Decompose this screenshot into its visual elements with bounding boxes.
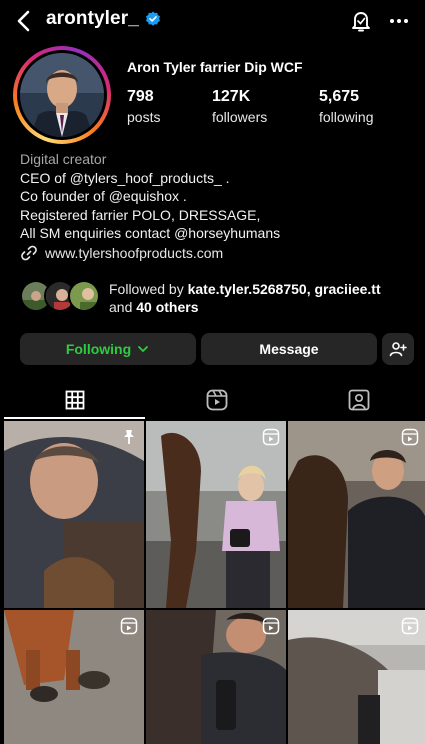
tab-tagged[interactable] — [288, 380, 425, 420]
profile-avatar[interactable] — [13, 46, 111, 144]
add-user-icon — [389, 342, 407, 357]
username: arontyler_ — [46, 8, 139, 29]
profile-tabs — [0, 380, 425, 420]
username-header: arontyler_ — [46, 8, 161, 30]
followers-stat[interactable]: 127K followers — [212, 88, 267, 125]
posts-label: posts — [127, 109, 161, 125]
following-stat[interactable]: 5,675 following — [319, 88, 373, 125]
follower-avatar — [68, 280, 100, 312]
chevron-left-icon[interactable] — [14, 9, 34, 33]
bio-line: Registered farrier POLO, DRESSAGE, — [20, 206, 261, 223]
reels-icon — [206, 389, 227, 411]
reel-icon — [262, 617, 280, 635]
tab-reels[interactable] — [146, 380, 287, 420]
posts-count: 798 — [127, 88, 154, 105]
active-tab-indicator — [4, 417, 145, 419]
message-button-label: Message — [259, 341, 319, 357]
bio: Digital creator CEO of @tylers_hoof_prod… — [20, 150, 280, 243]
grid-post[interactable] — [146, 421, 286, 608]
grid-icon — [65, 390, 84, 410]
followed-by-text: Followed by kate.tyler.5268750, graciiee… — [109, 280, 381, 316]
reel-icon — [262, 428, 280, 446]
verified-badge-icon — [145, 11, 160, 26]
tagged-icon — [348, 389, 369, 411]
display-name: Aron Tyler farrier Dip WCF — [127, 59, 303, 75]
website-link[interactable]: www.tylershoofproducts.com — [20, 244, 223, 262]
following-button-label: Following — [65, 341, 132, 357]
posts-stat[interactable]: 798 posts — [127, 88, 160, 125]
notification-bell-icon[interactable] — [349, 9, 373, 33]
category-label: Digital creator — [20, 151, 107, 167]
following-button[interactable]: Following — [20, 333, 196, 365]
post-grid — [4, 421, 425, 744]
followers-count: 127K — [212, 88, 251, 105]
bio-line: Co founder of @equishox . — [20, 188, 187, 204]
grid-post[interactable] — [4, 421, 144, 608]
followers-label: followers — [212, 109, 268, 125]
grid-post[interactable] — [4, 610, 144, 744]
avatar-photo — [20, 53, 104, 137]
chevron-down-icon — [138, 346, 149, 352]
following-count: 5,675 — [319, 88, 360, 105]
reel-icon — [120, 617, 138, 635]
grid-post[interactable] — [288, 421, 425, 608]
more-dots-icon[interactable] — [389, 11, 409, 31]
message-button[interactable]: Message — [201, 333, 377, 365]
following-label: following — [319, 109, 374, 125]
followed-by-others[interactable]: 40 others — [136, 299, 198, 315]
followed-by-prefix: Followed by — [109, 281, 184, 297]
bio-line: CEO of @tylers_hoof_products_ . — [20, 169, 230, 186]
followed-by-names[interactable]: kate.tyler.5268750, graciiee.tt — [188, 281, 381, 297]
link-icon — [21, 245, 37, 261]
website-url: www.tylershoofproducts.com — [45, 245, 224, 261]
reel-icon — [401, 617, 419, 635]
followed-by-row[interactable]: Followed by kate.tyler.5268750, graciiee… — [20, 280, 420, 316]
top-bar: arontyler_ — [0, 0, 425, 44]
followed-by-and: and — [109, 299, 133, 315]
tab-grid[interactable] — [4, 380, 145, 420]
add-user-button[interactable] — [382, 333, 414, 365]
grid-post[interactable] — [288, 610, 425, 744]
bio-line: All SM enquiries contact @horseyhumans — [20, 225, 281, 241]
pin-icon — [124, 430, 134, 444]
reel-icon — [401, 428, 419, 446]
grid-post[interactable] — [146, 610, 286, 744]
